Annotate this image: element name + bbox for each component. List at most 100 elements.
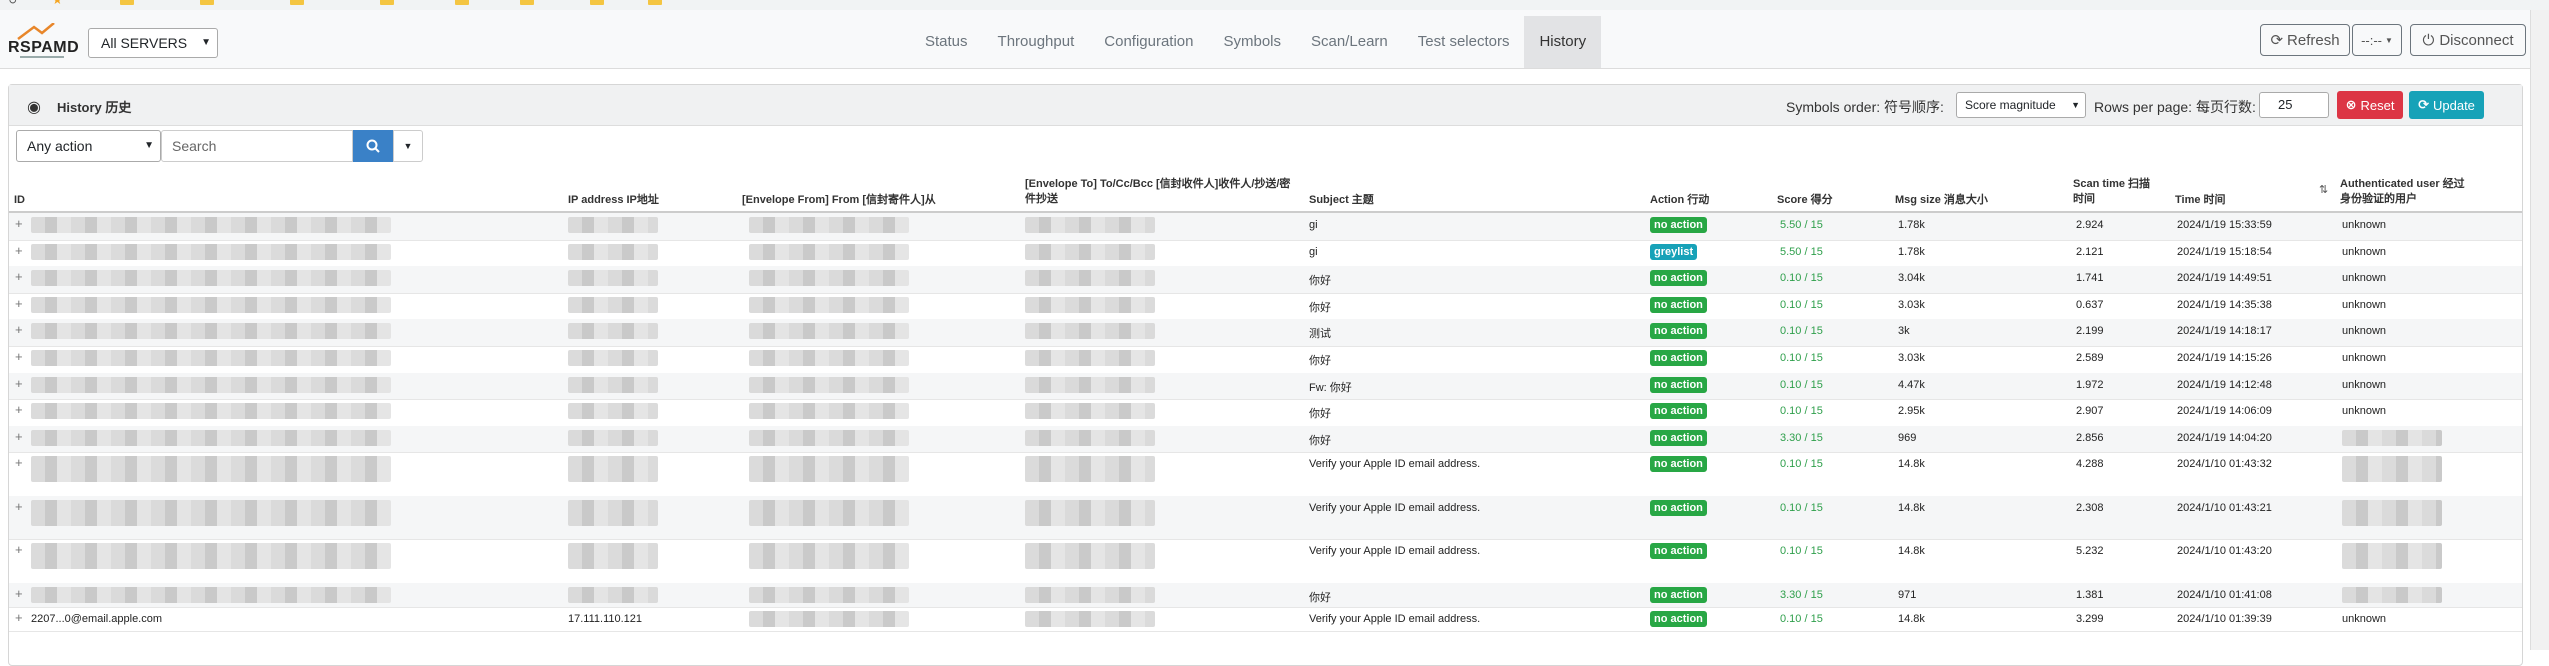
redacted-envelope-from <box>749 350 909 366</box>
search-options-dropdown[interactable]: ▼ <box>393 130 423 162</box>
tab-status[interactable]: Status <box>910 16 983 68</box>
back-arrow-icon[interactable]: ↻ <box>8 0 17 7</box>
expand-row-icon[interactable]: + <box>15 349 23 364</box>
expand-row-icon[interactable]: + <box>15 429 23 444</box>
col-time[interactable]: Time 时间 <box>2175 193 2226 208</box>
table-row[interactable]: + gi no action 5.50 / 15 1.78k 2.924 2024/1/19… <box>9 213 2522 241</box>
col-envelope-from[interactable]: [Envelope From] From [信封寄件人]从 <box>742 193 936 208</box>
expand-row-icon[interactable]: + <box>15 376 23 391</box>
expand-row-icon[interactable]: + <box>15 586 23 601</box>
redacted-id <box>31 543 391 569</box>
col-envelope-to[interactable]: [Envelope To] To/Cc/Bcc [信封收件人]收件人/抄送/密件… <box>1025 177 1295 207</box>
tab-test-selectors[interactable]: Test selectors <box>1403 16 1525 68</box>
server-select-value: All SERVERS <box>101 35 188 51</box>
cell-time: 2024/1/10 01:43:21 <box>2177 502 2272 514</box>
table-row[interactable]: + Verify your Apple ID email address. no a… <box>9 496 2522 540</box>
col-scan-time[interactable]: Scan time 扫描时间 <box>2073 177 2153 207</box>
table-row[interactable]: +2207...0@email.apple.com 17.111.110.121 V… <box>9 607 2522 632</box>
expand-row-icon[interactable]: + <box>15 296 23 311</box>
bookmark-folder-icon[interactable] <box>455 0 469 6</box>
table-row[interactable]: + 测试 no action 0.10 / 15 3k 2.199 2024/1/19 14… <box>9 319 2522 347</box>
bookmark-star-icon[interactable]: ★ <box>52 0 63 7</box>
table-row[interactable]: + 你好 no action 3.30 / 15 971 1.381 2024/1/10 0… <box>9 583 2522 608</box>
page-scrollbar[interactable] <box>2530 10 2549 650</box>
chevron-down-icon: ▼ <box>144 140 154 151</box>
search-button[interactable] <box>353 130 393 162</box>
bookmark-folder-icon[interactable] <box>120 0 134 6</box>
redacted-envelope-to <box>1025 270 1155 286</box>
disconnect-button[interactable]: ⏻ Disconnect <box>2410 24 2526 56</box>
redacted-envelope-from <box>749 297 909 313</box>
bookmark-folder-icon[interactable] <box>520 0 534 6</box>
symbols-order-label: Symbols order: 符号顺序: <box>1786 99 1944 115</box>
col-msg-size[interactable]: Msg size 消息大小 <box>1895 193 1988 208</box>
bookmarks-bar: ↻ ★ <box>0 0 2549 10</box>
rows-per-page-label: Rows per page: 每页行数: <box>2094 99 2256 115</box>
cell-scan-time: 1.381 <box>2076 589 2104 601</box>
expand-row-icon[interactable]: + <box>15 610 23 625</box>
refresh-icon: ⟳ <box>2418 97 2429 112</box>
redacted-envelope-from <box>749 430 909 446</box>
rspamd-logo[interactable]: RSPAMD <box>8 23 80 59</box>
sort-icon[interactable]: ⇅ <box>2319 183 2328 196</box>
cell-time: 2024/1/19 14:12:48 <box>2177 379 2272 391</box>
bookmark-folder-icon[interactable] <box>648 0 662 6</box>
expand-row-icon[interactable]: + <box>15 542 23 557</box>
bookmark-folder-icon[interactable] <box>380 0 394 6</box>
expand-row-icon[interactable]: + <box>15 402 23 417</box>
redacted-id <box>31 244 391 260</box>
cell-subject: gi <box>1309 246 1318 258</box>
col-score[interactable]: Score 得分 <box>1777 193 1833 208</box>
reset-button[interactable]: ⊗ Reset <box>2337 91 2403 119</box>
cell-time: 2024/1/19 14:15:26 <box>2177 352 2272 364</box>
tab-scan-learn[interactable]: Scan/Learn <box>1296 16 1403 68</box>
expand-row-icon[interactable]: + <box>15 243 23 258</box>
rows-per-page-input[interactable]: 25 <box>2259 92 2329 118</box>
col-action[interactable]: Action 行动 <box>1650 193 1709 208</box>
table-row[interactable]: + gi greylist 5.50 / 15 1.78k 2.121 2024/1/19 … <box>9 240 2522 267</box>
redacted-envelope-from <box>749 323 909 339</box>
table-row[interactable]: + Verify your Apple ID email address. no a… <box>9 539 2522 584</box>
table-row[interactable]: + 你好 no action 3.30 / 15 969 2.856 2024/1/19 1… <box>9 426 2522 453</box>
redacted-envelope-to <box>1025 403 1155 419</box>
eye-icon: ◉ <box>27 99 41 116</box>
bookmark-folder-icon[interactable] <box>290 0 304 6</box>
cell-subject: 你好 <box>1309 275 1331 287</box>
cell-time: 2024/1/19 14:49:51 <box>2177 272 2272 284</box>
refresh-interval-dropdown[interactable]: --:-- ▼ <box>2352 24 2402 56</box>
table-row[interactable]: + Verify your Apple ID email address. no a… <box>9 452 2522 497</box>
cell-score: 0.10 / 15 <box>1780 405 1823 417</box>
table-row[interactable]: + 你好 no action 0.10 / 15 3.03k 2.589 2024/1/19… <box>9 346 2522 374</box>
expand-row-icon[interactable]: + <box>15 269 23 284</box>
table-row[interactable]: + 你好 no action 0.10 / 15 3.04k 1.741 2024/1/19… <box>9 266 2522 294</box>
bookmark-folder-icon[interactable] <box>200 0 214 6</box>
expand-row-icon[interactable]: + <box>15 455 23 470</box>
cell-msg-size: 3.04k <box>1898 272 1925 284</box>
action-badge: no action <box>1650 456 1707 472</box>
cell-auth-user: unknown <box>2342 352 2387 364</box>
tab-configuration[interactable]: Configuration <box>1089 16 1208 68</box>
refresh-button[interactable]: ⟳ Refresh <box>2260 24 2350 56</box>
col-auth-user[interactable]: Authenticated user 经过身份验证的用户 <box>2340 177 2470 207</box>
search-input[interactable]: Search <box>161 130 353 162</box>
cell-action: no action <box>1650 350 1707 366</box>
expand-row-icon[interactable]: + <box>15 322 23 337</box>
col-id[interactable]: ID <box>14 193 25 208</box>
server-select[interactable]: All SERVERS ▼ <box>88 28 218 58</box>
expand-row-icon[interactable]: + <box>15 499 23 514</box>
tab-history[interactable]: History <box>1524 16 1602 68</box>
col-subject[interactable]: Subject 主题 <box>1309 193 1374 208</box>
tab-throughput[interactable]: Throughput <box>983 16 1090 68</box>
bookmark-folder-icon[interactable] <box>590 0 604 6</box>
table-row[interactable]: + 你好 no action 0.10 / 15 3.03k 0.637 2024/1/19… <box>9 293 2522 320</box>
expand-row-icon[interactable]: + <box>15 216 23 231</box>
table-row[interactable]: + 你好 no action 0.10 / 15 2.95k 2.907 2024/1/19… <box>9 399 2522 427</box>
action-filter-select[interactable]: Any action ▼ <box>16 130 161 162</box>
update-button[interactable]: ⟳ Update <box>2409 91 2484 119</box>
table-row[interactable]: + Fw: 你好 no action 0.10 / 15 4.47k 1.972 2024/… <box>9 373 2522 400</box>
tab-symbols[interactable]: Symbols <box>1209 16 1297 68</box>
cell-action: no action <box>1650 377 1707 393</box>
cell-score: 0.10 / 15 <box>1780 272 1823 284</box>
symbols-order-select[interactable]: Score magnitude ▼ <box>1956 92 2086 118</box>
col-ip[interactable]: IP address IP地址 <box>568 193 659 208</box>
